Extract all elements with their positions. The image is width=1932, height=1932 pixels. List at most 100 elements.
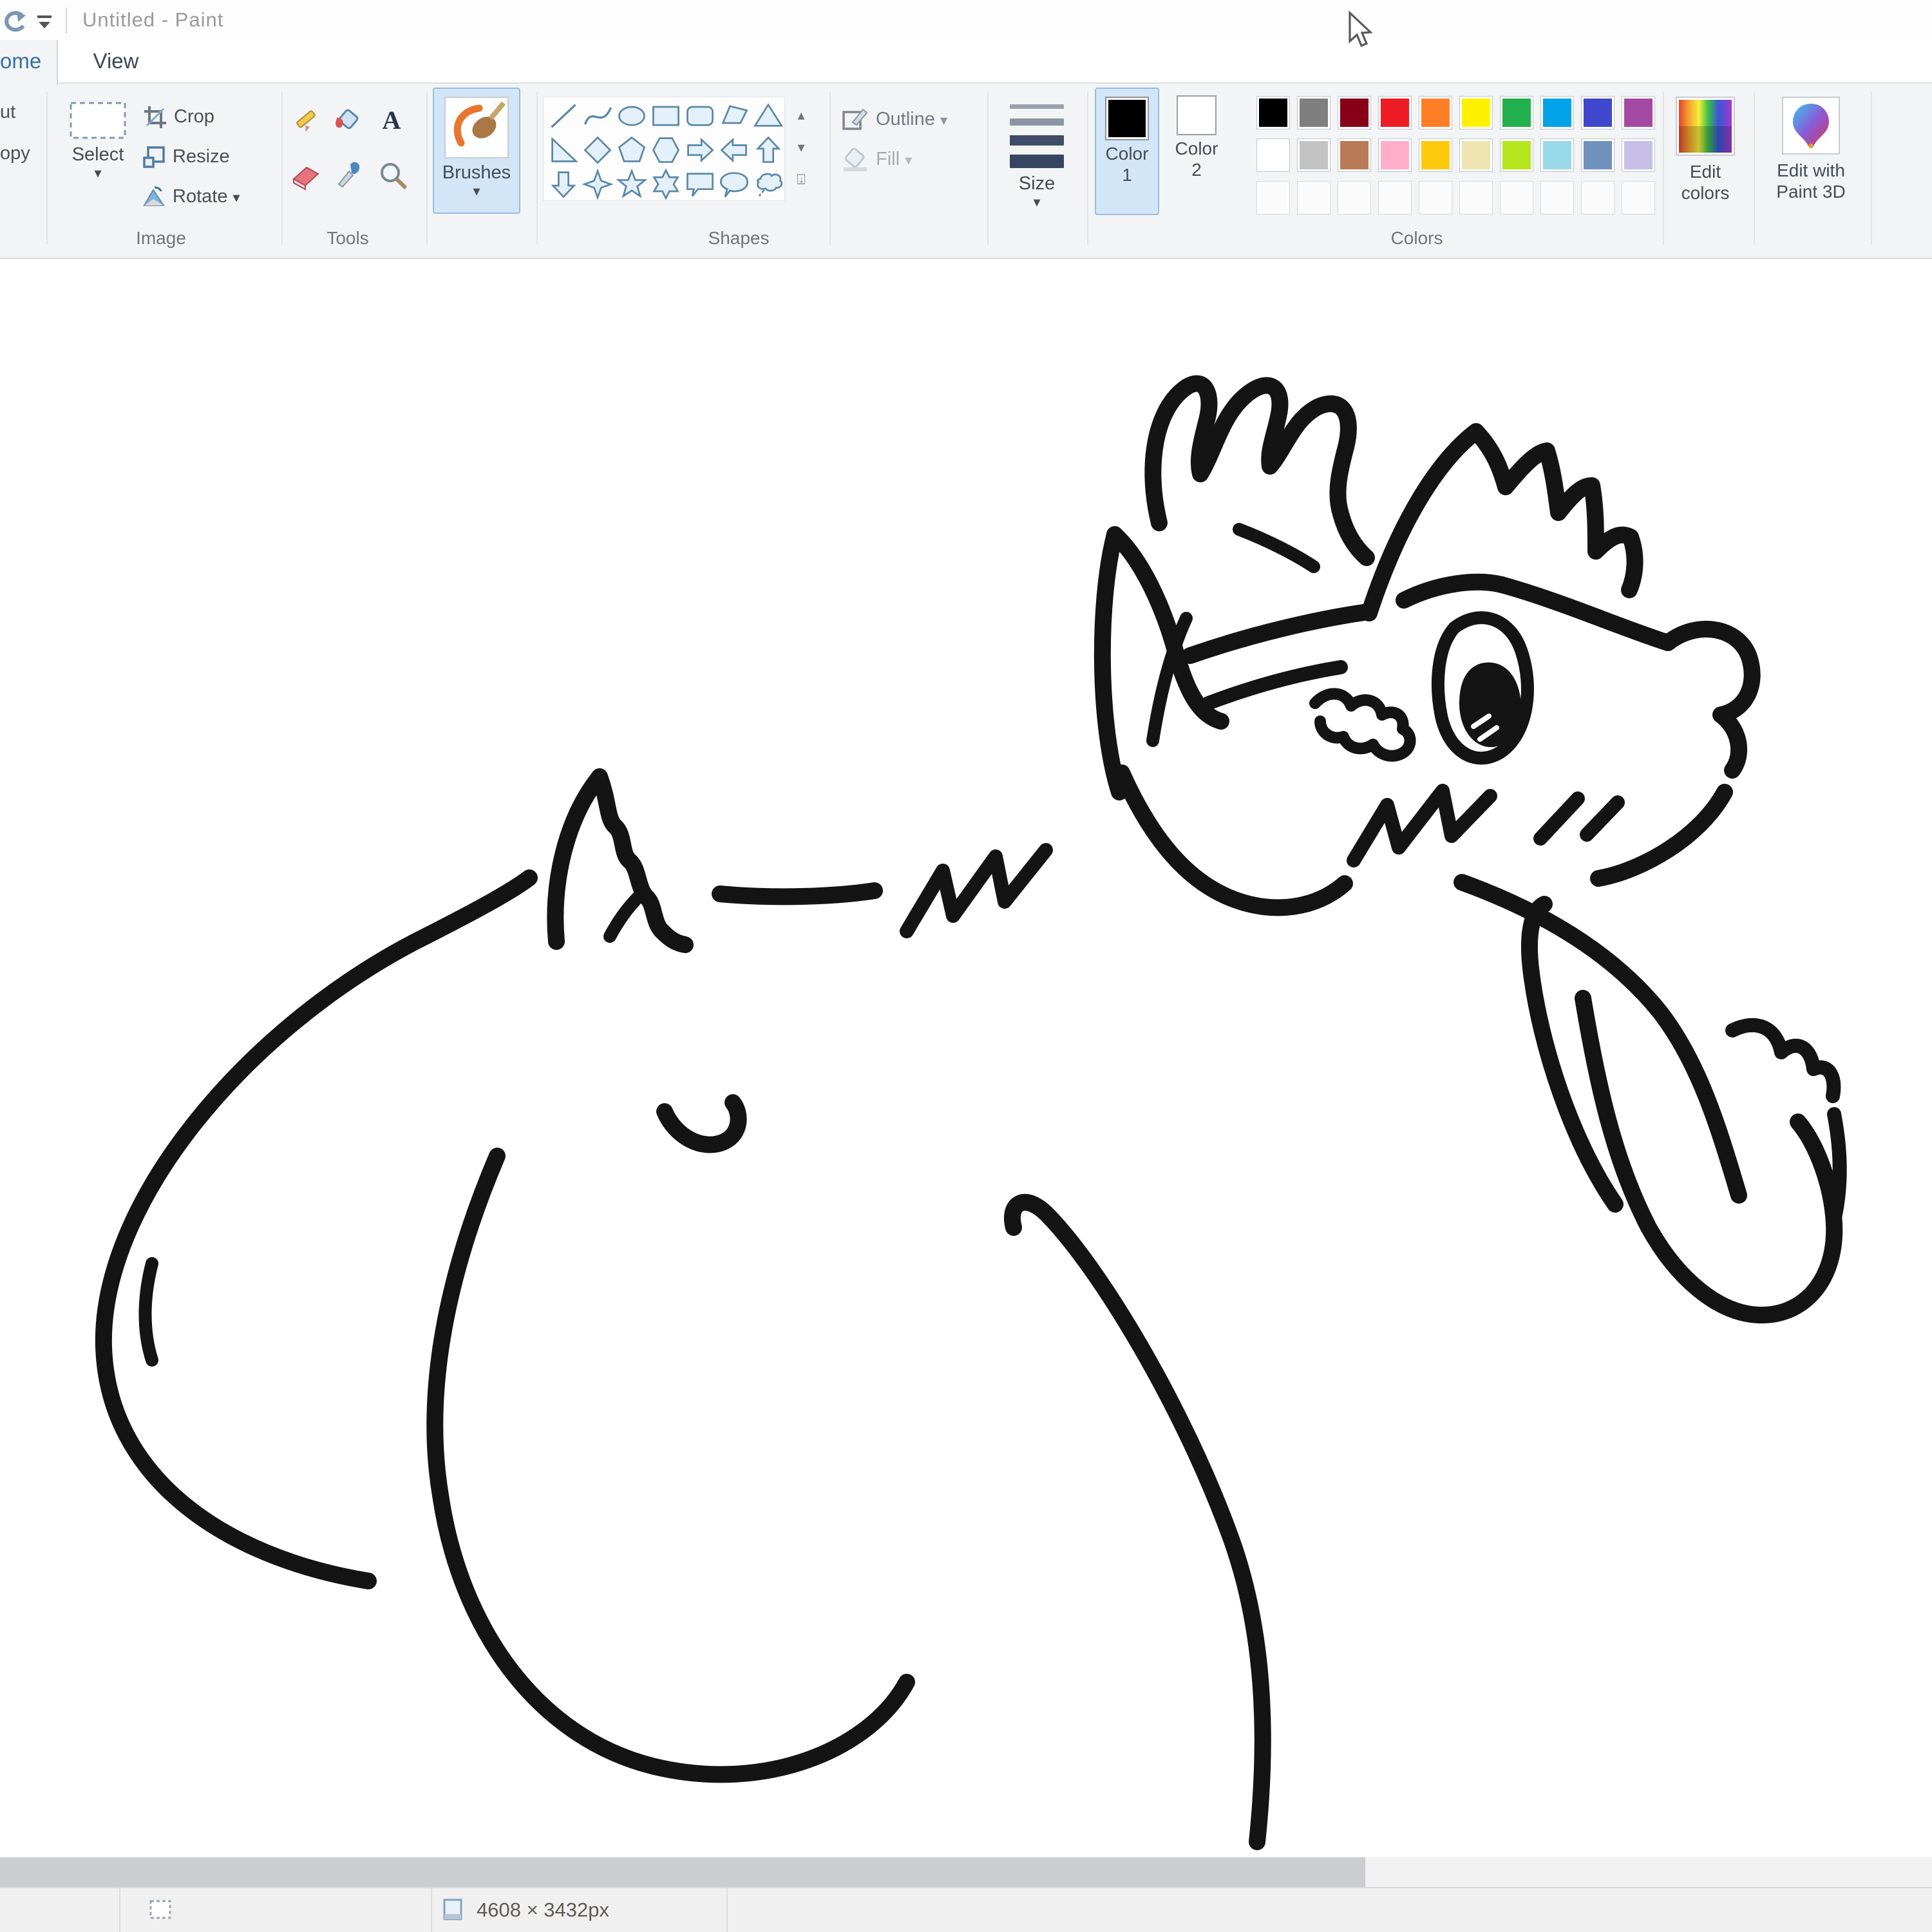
shape-callout-oval-icon[interactable] bbox=[718, 167, 750, 200]
tab-home[interactable]: ome bbox=[0, 40, 58, 85]
palette-color-ffffff[interactable] bbox=[1257, 139, 1289, 171]
fill-tool-icon[interactable] bbox=[332, 104, 363, 135]
pencil-tool-icon[interactable] bbox=[291, 104, 322, 135]
palette-empty-slot[interactable] bbox=[1379, 182, 1411, 214]
tab-home-label: ome bbox=[0, 40, 41, 82]
cut-button[interactable]: ut bbox=[0, 102, 15, 123]
outline-icon bbox=[841, 106, 869, 134]
colors-group-label: Colors bbox=[1391, 227, 1443, 250]
crop-button[interactable]: Crop bbox=[143, 98, 214, 135]
palette-empty-slot[interactable] bbox=[1582, 182, 1614, 214]
palette-color-ffc90e[interactable] bbox=[1419, 139, 1452, 171]
eraser-tool-icon[interactable] bbox=[290, 160, 322, 191]
edit-colors-button[interactable]: Edit colors bbox=[1673, 88, 1738, 204]
select-button[interactable]: Select ▾ bbox=[67, 88, 129, 216]
palette-color-c3c3c3[interactable] bbox=[1298, 139, 1330, 171]
palette-color-ed1c24[interactable] bbox=[1379, 97, 1411, 129]
palette-color-00a2e8[interactable] bbox=[1541, 97, 1573, 129]
shape-pentagon-icon[interactable] bbox=[616, 133, 648, 166]
rotate-button[interactable]: Rotate ▾ bbox=[142, 178, 240, 215]
palette-empty-slot[interactable] bbox=[1460, 182, 1492, 214]
shape-arrow-down-icon[interactable] bbox=[547, 167, 580, 200]
shapes-scroll-up-icon[interactable]: ▴ bbox=[788, 99, 814, 131]
palette-color-b5e61d[interactable] bbox=[1501, 139, 1533, 171]
shape-line-icon[interactable] bbox=[547, 99, 580, 131]
shape-star-5-icon[interactable] bbox=[616, 167, 648, 200]
shapes-scroll-down-icon[interactable]: ▾ bbox=[788, 131, 814, 164]
edit-with-paint3d-button[interactable]: Edit with Paint 3D bbox=[1767, 88, 1855, 202]
crop-label: Crop bbox=[174, 106, 214, 127]
color-picker-tool-icon[interactable] bbox=[334, 158, 365, 189]
shape-rectangle-icon[interactable] bbox=[650, 99, 682, 131]
horizontal-scrollbar-thumb[interactable] bbox=[0, 1857, 1365, 1887]
palette-color-880015[interactable] bbox=[1338, 97, 1370, 129]
palette-empty-slot[interactable] bbox=[1622, 182, 1654, 214]
palette-color-ffaec9[interactable] bbox=[1379, 139, 1411, 171]
palette-empty-slot[interactable] bbox=[1338, 182, 1370, 214]
palette-color-a349a4[interactable] bbox=[1622, 97, 1654, 129]
fill-button[interactable]: Fill ▾ bbox=[841, 140, 912, 178]
palette-color-99d9ea[interactable] bbox=[1541, 139, 1573, 171]
outline-button[interactable]: Outline ▾ bbox=[841, 100, 947, 138]
palette-empty-slot[interactable] bbox=[1419, 182, 1452, 214]
copy-button[interactable]: opy bbox=[0, 143, 30, 164]
shape-triangle-icon[interactable] bbox=[752, 99, 784, 131]
size-button[interactable]: Size ▾ bbox=[1002, 88, 1072, 214]
color1-label: Color bbox=[1096, 143, 1158, 164]
magnifier-tool-icon[interactable] bbox=[377, 160, 408, 191]
palette-color-7092be[interactable] bbox=[1582, 139, 1614, 171]
size-label: Size bbox=[1002, 173, 1072, 194]
brushes-label: Brushes bbox=[434, 162, 519, 184]
horizontal-scrollbar[interactable] bbox=[0, 1857, 1932, 1887]
shape-arrow-up-icon[interactable] bbox=[752, 133, 784, 166]
stroke-head-ear-left bbox=[1103, 535, 1119, 792]
shape-polygon-icon[interactable] bbox=[718, 99, 750, 131]
palette-color-3f48cc[interactable] bbox=[1582, 97, 1614, 129]
shape-hexagon-icon[interactable] bbox=[650, 133, 682, 166]
palette-color-fff200[interactable] bbox=[1460, 97, 1492, 129]
resize-button[interactable]: Resize bbox=[142, 138, 230, 175]
drawing-canvas[interactable] bbox=[0, 259, 1932, 1857]
palette-empty-slot[interactable] bbox=[1298, 182, 1330, 214]
color1-button[interactable]: Color 1 bbox=[1095, 88, 1159, 215]
shapes-scrollbar[interactable]: ▴ ▾ ⍗ bbox=[788, 99, 814, 197]
shape-arrow-left-icon[interactable] bbox=[718, 133, 750, 166]
palette-color-c8bfe7[interactable] bbox=[1622, 139, 1654, 171]
group-separator bbox=[987, 91, 989, 245]
palette-empty-slot[interactable] bbox=[1541, 182, 1573, 214]
shape-callout-rect-icon[interactable] bbox=[684, 167, 716, 200]
stroke-belly bbox=[435, 1156, 907, 1774]
shape-curve-icon[interactable] bbox=[582, 99, 614, 131]
shape-diamond-icon[interactable] bbox=[582, 133, 614, 166]
undo-icon[interactable] bbox=[0, 6, 28, 35]
shape-ellipse-icon[interactable] bbox=[616, 99, 648, 131]
paint-window: Untitled - Paint ome View ut opy Select bbox=[0, 0, 1932, 1932]
shapes-more-icon[interactable]: ⍗ bbox=[788, 164, 814, 196]
shape-arrow-right-icon[interactable] bbox=[684, 133, 716, 166]
tab-view[interactable]: View bbox=[77, 40, 155, 84]
palette-color-7f7f7f[interactable] bbox=[1298, 97, 1330, 129]
svg-text:A: A bbox=[383, 106, 401, 135]
shape-star-6-icon[interactable] bbox=[650, 167, 682, 200]
rotate-icon bbox=[142, 185, 166, 209]
color2-label: Color bbox=[1164, 138, 1229, 159]
stroke-hind-ear-left bbox=[555, 777, 600, 942]
palette-empty-slot[interactable] bbox=[1501, 182, 1533, 214]
paint3d-icon bbox=[1782, 97, 1840, 155]
shape-rounded-rect-icon[interactable] bbox=[684, 99, 716, 131]
brushes-button[interactable]: Brushes ▾ bbox=[433, 88, 520, 214]
group-separator bbox=[829, 91, 831, 245]
customize-toolbar-icon[interactable] bbox=[33, 10, 55, 32]
palette-color-ff7f27[interactable] bbox=[1419, 97, 1452, 129]
palette-color-000000[interactable] bbox=[1257, 97, 1289, 129]
text-tool-icon[interactable]: A bbox=[376, 104, 407, 135]
palette-color-b97a57[interactable] bbox=[1338, 139, 1370, 171]
shape-star-4-icon[interactable] bbox=[582, 167, 614, 200]
shape-callout-cloud-icon[interactable] bbox=[752, 167, 784, 200]
paint3d-label-2: Paint 3D bbox=[1767, 181, 1855, 202]
shape-right-triangle-icon[interactable] bbox=[547, 133, 580, 166]
palette-color-22b14c[interactable] bbox=[1501, 97, 1533, 129]
palette-empty-slot[interactable] bbox=[1257, 182, 1289, 214]
palette-color-efe4b0[interactable] bbox=[1460, 139, 1492, 171]
color2-button[interactable]: Color 2 bbox=[1164, 88, 1229, 215]
